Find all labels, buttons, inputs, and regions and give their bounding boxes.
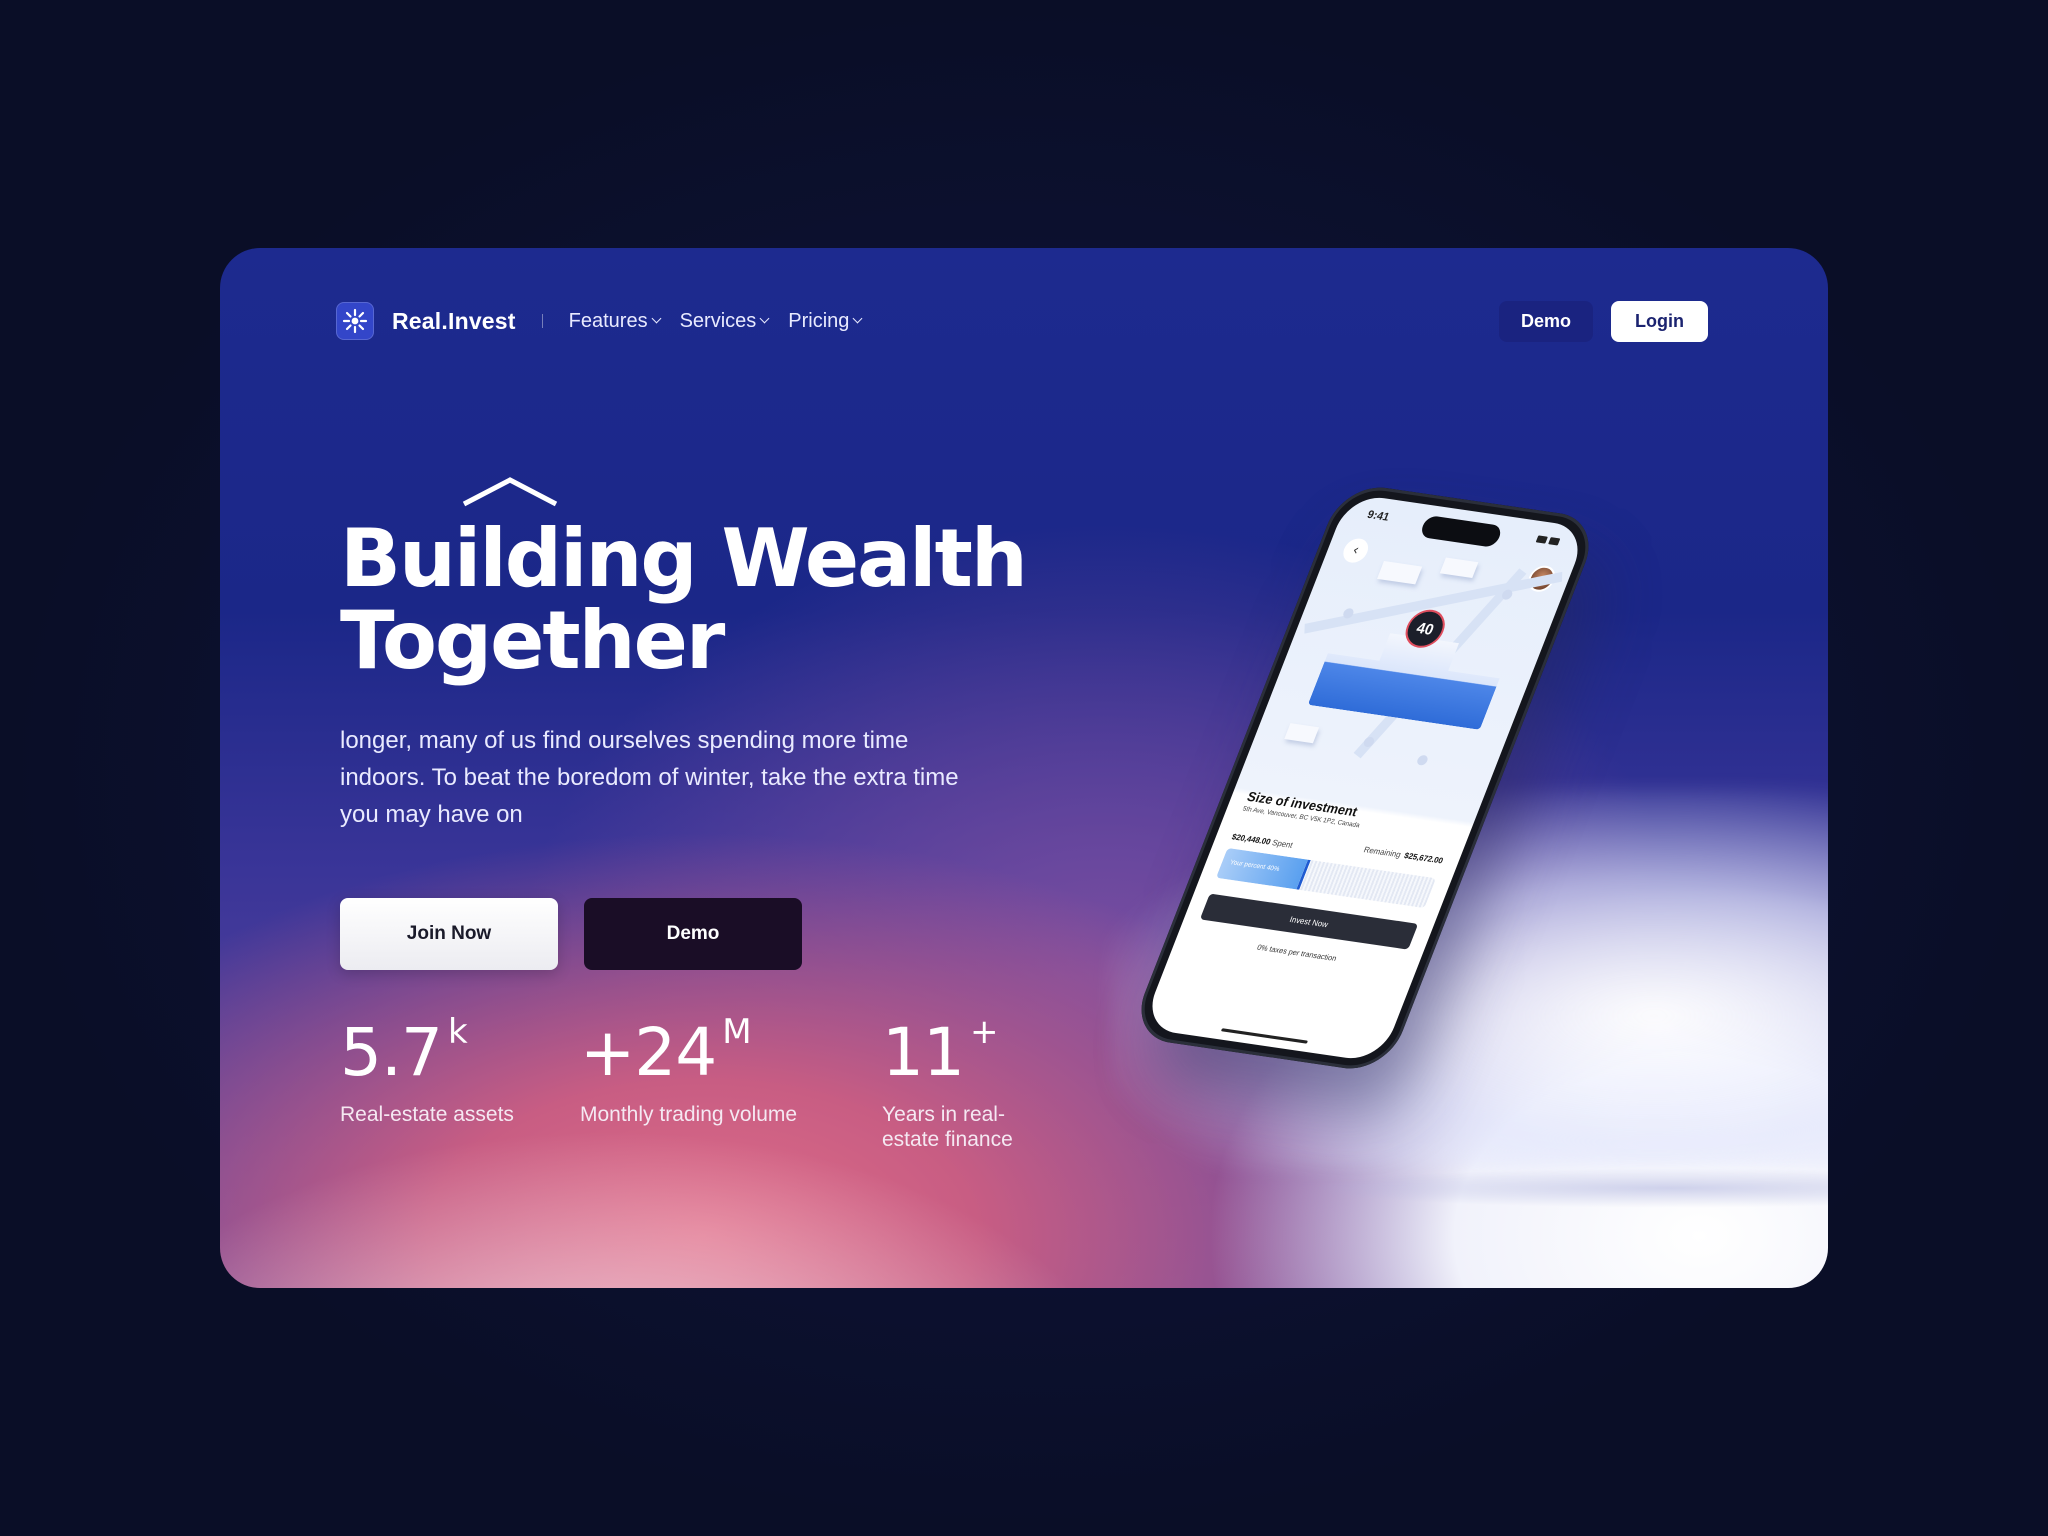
top-nav: Real.Invest Features Services Pricing De… bbox=[336, 300, 1708, 342]
map-house bbox=[1377, 560, 1423, 585]
login-button[interactable]: Login bbox=[1611, 300, 1708, 342]
spent-value: $20,448.00 bbox=[1230, 832, 1273, 847]
phone-frame: 9:41 ‹ 40 Size of investment 5th Ave, Va… bbox=[1127, 481, 1603, 1075]
spent-amount: $20,448.00 Spent bbox=[1230, 832, 1294, 850]
chevron-down-icon bbox=[651, 313, 662, 324]
nav-item-label: Features bbox=[568, 309, 648, 332]
back-arrow-icon[interactable]: ‹ bbox=[1339, 537, 1372, 565]
nav-item-pricing[interactable]: Pricing bbox=[788, 309, 863, 333]
dynamic-island bbox=[1418, 514, 1504, 548]
stat-label: Years in real- estate finance bbox=[882, 1102, 1013, 1152]
stat-assets: 5.7 k Real-estate assets bbox=[340, 1012, 514, 1127]
stat-volume: +24 M Monthly trading volume bbox=[580, 1012, 798, 1127]
stat-label-line-1: Years in real- bbox=[882, 1103, 1005, 1126]
nav-item-label: Pricing bbox=[788, 309, 850, 332]
nav-demo-button[interactable]: Demo bbox=[1499, 300, 1594, 342]
map-tree bbox=[1415, 754, 1430, 766]
stat-label: Real-estate assets bbox=[340, 1103, 514, 1126]
headline-line-1: Building Wealth bbox=[340, 512, 1028, 605]
stat-label-line-2: estate finance bbox=[882, 1128, 1013, 1151]
remaining-label: Remaining bbox=[1362, 845, 1403, 860]
home-indicator bbox=[1220, 1028, 1309, 1044]
stat-value: 5.7 bbox=[340, 1014, 443, 1091]
stat-value: +24 bbox=[580, 1014, 717, 1091]
nav-item-services[interactable]: Services bbox=[679, 309, 770, 333]
stat-label: Monthly trading volume bbox=[580, 1103, 798, 1126]
page-title: Building Wealth Together bbox=[340, 518, 1100, 682]
nav-actions: Demo Login bbox=[1499, 300, 1708, 342]
hero-description: longer, many of us find ourselves spendi… bbox=[340, 727, 959, 828]
status-time: 9:41 bbox=[1365, 508, 1392, 524]
phone-mockup: 9:41 ‹ 40 Size of investment 5th Ave, Va… bbox=[1127, 481, 1603, 1158]
map-tree bbox=[1362, 736, 1376, 748]
sunburst-logo-icon[interactable] bbox=[336, 302, 374, 340]
background-streak bbox=[1308, 1168, 1828, 1208]
stat-suffix: M bbox=[722, 1012, 752, 1052]
map-house bbox=[1439, 557, 1479, 579]
nav-divider bbox=[541, 314, 543, 328]
brand-name[interactable]: Real.Invest bbox=[392, 308, 516, 335]
headline-line-2: Together bbox=[340, 594, 725, 687]
remaining-value: $25,672.00 bbox=[1402, 850, 1445, 866]
demo-button[interactable]: Demo bbox=[584, 898, 802, 970]
map-house bbox=[1284, 723, 1320, 744]
roof-icon bbox=[462, 477, 558, 507]
stat-suffix: + bbox=[969, 1012, 999, 1052]
stat-suffix: k bbox=[447, 1012, 468, 1052]
signal-battery-icon bbox=[1535, 535, 1561, 546]
chevron-down-icon bbox=[852, 313, 863, 324]
join-now-button[interactable]: Join Now bbox=[340, 898, 558, 970]
chevron-down-icon bbox=[759, 313, 770, 324]
hero-card: Real.Invest Features Services Pricing De… bbox=[220, 248, 1828, 1288]
stat-value: 11 bbox=[882, 1014, 965, 1091]
nav-item-features[interactable]: Features bbox=[568, 309, 662, 333]
spent-label: Spent bbox=[1270, 838, 1295, 850]
page-background: Real.Invest Features Services Pricing De… bbox=[0, 0, 2048, 1536]
nav-item-label: Services bbox=[679, 309, 757, 332]
stat-years: 11 + Years in real- estate finance bbox=[882, 1012, 1013, 1152]
phone-screen: 9:41 ‹ 40 Size of investment 5th Ave, Va… bbox=[1141, 493, 1589, 1063]
remaining-amount: Remaining$25,672.00 bbox=[1362, 845, 1444, 865]
